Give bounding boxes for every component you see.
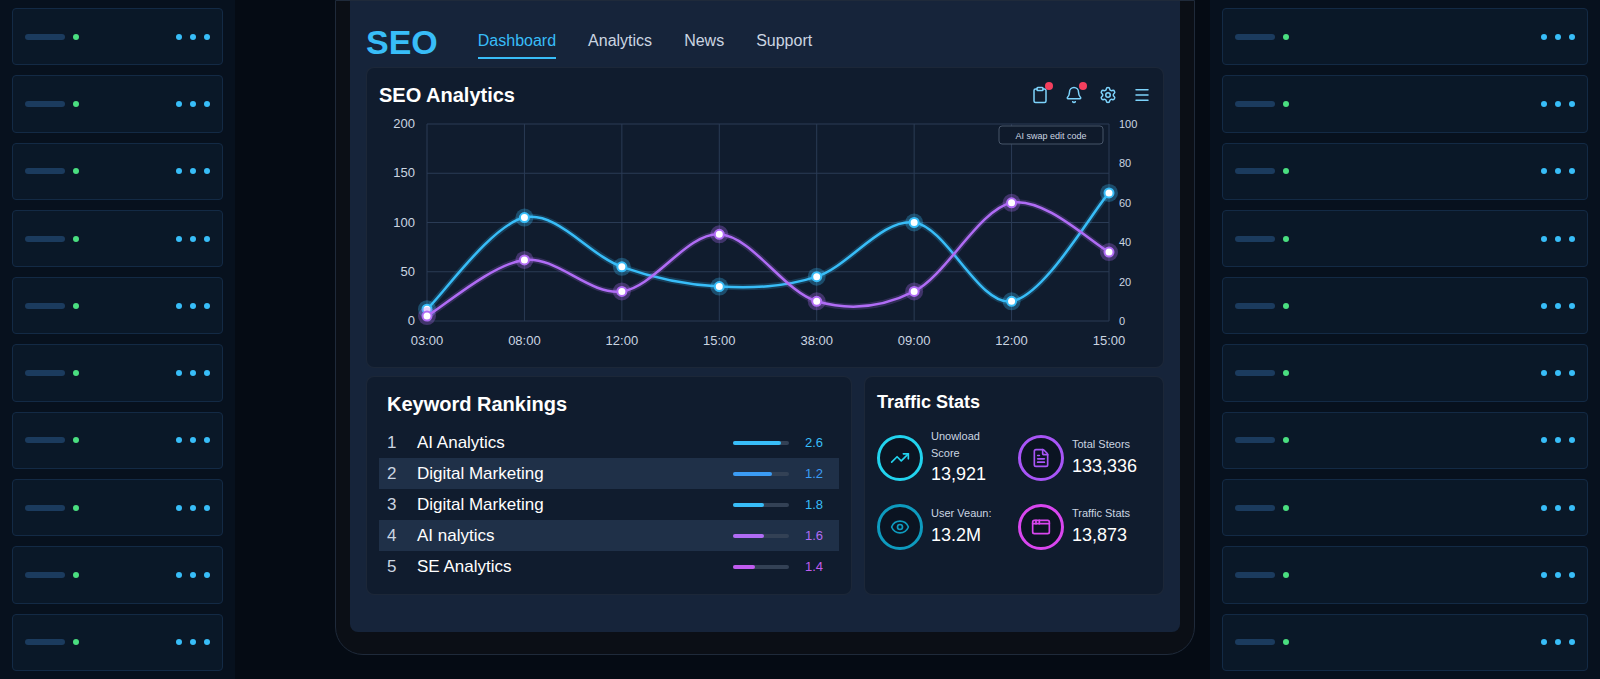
line-chart: 0 50 100 150 200 0 20 40 60 80 100 03:00 08:00 12:00 1…: [379, 110, 1149, 355]
nav-tab[interactable]: Support: [756, 29, 812, 59]
chart-series: [418, 184, 1118, 318]
svg-text:0: 0: [408, 313, 415, 328]
rack-unit: [1222, 412, 1588, 469]
keyword-row[interactable]: 2Digital Marketing1.2: [379, 458, 839, 489]
document-icon: [1031, 448, 1051, 468]
window-icon: [1031, 517, 1051, 537]
svg-text:20: 20: [1119, 276, 1131, 288]
keyword-row[interactable]: 5SE Analytics1.4: [379, 551, 839, 582]
svg-text:15:00: 15:00: [703, 333, 736, 348]
rank-bar: [733, 441, 789, 445]
rack-unit: [1222, 277, 1588, 334]
rank-bar: [733, 565, 789, 569]
keyword-row[interactable]: 3Digital Marketing1.8: [379, 489, 839, 520]
svg-text:09:00: 09:00: [898, 333, 931, 348]
header-icon-button[interactable]: [1031, 86, 1049, 104]
gear-icon: [1099, 86, 1117, 104]
rack-unit: [12, 143, 223, 200]
eye-icon: [890, 517, 910, 537]
stat-ring: [877, 435, 923, 481]
stat-ring: [1018, 435, 1064, 481]
rack-unit: [1222, 143, 1588, 200]
rack-unit: [12, 479, 223, 536]
stat-card: User Veaun:13.2M: [877, 504, 1010, 550]
svg-text:100: 100: [1119, 118, 1137, 130]
chart-icon: [890, 448, 910, 468]
dashboard-screen: SEO Dashboard Analytics News Support SEO Anal…: [350, 1, 1180, 632]
svg-text:0: 0: [1119, 315, 1125, 327]
menu-icon: [1133, 86, 1151, 104]
rack-unit: [1222, 546, 1588, 603]
rack-unit: [12, 412, 223, 469]
svg-text:AI swap edit code: AI swap edit code: [1015, 131, 1086, 141]
stat-card: Unowload Score13,921: [877, 428, 1010, 488]
keyword-rankings: Keyword Rankings 1AI Analytics2.62Digital…: [366, 376, 852, 595]
rack-unit: [12, 546, 223, 603]
panel-title: Keyword Rankings: [379, 389, 839, 419]
svg-text:100: 100: [393, 215, 415, 230]
keyword-row[interactable]: 1AI Analytics2.6: [379, 427, 839, 458]
svg-text:03:00: 03:00: [411, 333, 444, 348]
keyword-row[interactable]: 4AI nalytics1.6: [379, 520, 839, 551]
rack-unit: [1222, 344, 1588, 401]
top-nav: SEO Dashboard Analytics News Support: [366, 17, 1164, 59]
header-icon-button[interactable]: [1133, 86, 1151, 104]
panel-title: Traffic Stats: [877, 389, 1151, 416]
scene: SEO Dashboard Analytics News Support SEO Anal…: [0, 0, 1600, 679]
chart-series: [418, 194, 1118, 325]
rank-bar: [733, 534, 789, 538]
svg-text:08:00: 08:00: [508, 333, 541, 348]
monitor: SEO Dashboard Analytics News Support SEO Anal…: [335, 0, 1195, 655]
rack-unit: [1222, 479, 1588, 536]
svg-text:12:00: 12:00: [606, 333, 639, 348]
rack-unit: [1222, 75, 1588, 132]
rack-unit: [1222, 210, 1588, 267]
rank-bar: [733, 503, 789, 507]
stat-ring: [877, 504, 923, 550]
svg-text:80: 80: [1119, 157, 1131, 169]
rank-bar: [733, 472, 789, 476]
rack-unit: [1222, 614, 1588, 671]
nav-tab[interactable]: News: [684, 29, 724, 59]
header-icon-button[interactable]: [1099, 86, 1117, 104]
svg-text:12:00: 12:00: [995, 333, 1028, 348]
svg-text:60: 60: [1119, 197, 1131, 209]
rack-unit: [12, 614, 223, 671]
analytics-panel: SEO Analytics 0 50 100 150 200 0 20 40 60 80 100 03:…: [366, 67, 1164, 368]
stat-card: Traffic Stats13,873: [1018, 504, 1151, 550]
rack-unit: [12, 344, 223, 401]
svg-text:150: 150: [393, 165, 415, 180]
server-rack: [0, 0, 235, 679]
rack-unit: [12, 277, 223, 334]
stat-card: Total Steors133,336: [1018, 428, 1151, 488]
notification-badge: [1079, 82, 1087, 90]
rack-unit: [12, 75, 223, 132]
svg-text:15:00: 15:00: [1093, 333, 1126, 348]
notification-badge: [1045, 82, 1053, 90]
stat-ring: [1018, 504, 1064, 550]
server-rack: [1210, 0, 1600, 679]
logo: SEO: [366, 25, 438, 59]
panel-title: SEO Analytics: [379, 80, 515, 110]
svg-text:200: 200: [393, 116, 415, 131]
svg-text:40: 40: [1119, 236, 1131, 248]
rack-unit: [12, 8, 223, 65]
rack-unit: [1222, 8, 1588, 65]
header-icon-button[interactable]: [1065, 86, 1083, 104]
nav-tab[interactable]: Dashboard: [478, 29, 556, 59]
rack-unit: [12, 210, 223, 267]
svg-text:38:00: 38:00: [800, 333, 833, 348]
svg-text:50: 50: [401, 264, 415, 279]
traffic-stats: Traffic Stats Unowload Score13,921Total S…: [864, 376, 1164, 595]
nav-tab[interactable]: Analytics: [588, 29, 652, 59]
